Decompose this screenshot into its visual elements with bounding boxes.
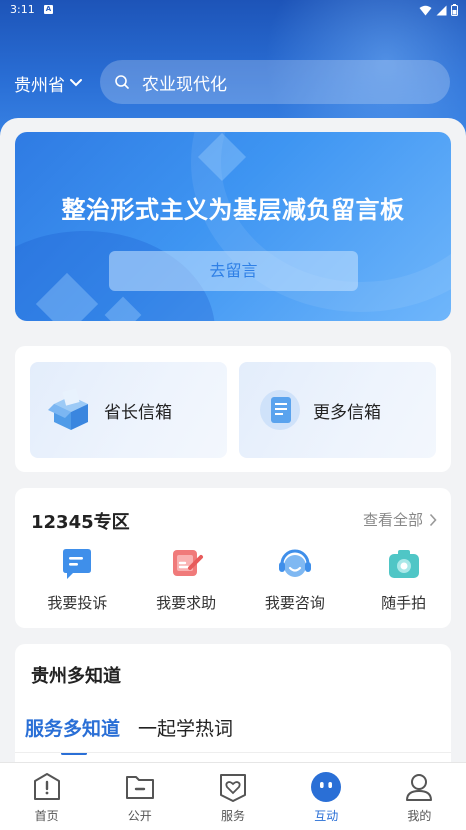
notification-badge-icon: A bbox=[44, 5, 53, 14]
tab-home[interactable]: 首页 bbox=[0, 763, 93, 830]
divider bbox=[15, 752, 451, 753]
view-all-link[interactable]: 查看全部 bbox=[363, 509, 437, 530]
search-icon bbox=[115, 75, 129, 89]
document-icon bbox=[260, 390, 300, 430]
tab-interact-label: 互动 bbox=[314, 809, 339, 823]
tab-public[interactable]: 公开 bbox=[93, 763, 186, 830]
complaint-label: 我要投诉 bbox=[47, 594, 108, 612]
snapshot-label: 随手拍 bbox=[381, 594, 427, 612]
status-time: 3:11 bbox=[10, 3, 35, 16]
knowledge-title: 贵州多知道 bbox=[31, 666, 121, 687]
chevron-right-icon bbox=[429, 513, 437, 526]
tab-service-label: 服务 bbox=[221, 809, 246, 823]
tab-home-label: 首页 bbox=[34, 809, 59, 823]
governor-mailbox-button[interactable]: 省长信箱 bbox=[30, 362, 227, 458]
signal-icon bbox=[436, 5, 447, 15]
zone-12345-card: 12345专区 查看全部 我要投诉 我要求助 我要咨询 随手拍 bbox=[15, 488, 451, 628]
help-icon bbox=[173, 550, 204, 576]
more-mailbox-button[interactable]: 更多信箱 bbox=[239, 362, 436, 458]
service-icon bbox=[220, 774, 246, 802]
more-mailbox-label: 更多信箱 bbox=[313, 402, 381, 423]
tab-service[interactable]: 服务 bbox=[186, 763, 279, 830]
search-value: 农业现代化 bbox=[142, 74, 227, 95]
banner[interactable] bbox=[15, 132, 451, 321]
bottom-tab-bar: 首页 公开 服务 互动 我的 bbox=[0, 762, 466, 830]
consult-label: 我要咨询 bbox=[264, 594, 325, 612]
profile-icon bbox=[406, 774, 433, 801]
zone-12345-items: 我要投诉 我要求助 我要咨询 随手拍 bbox=[15, 546, 451, 613]
complaint-button[interactable]: 我要投诉 bbox=[30, 546, 125, 613]
chevron-down-icon bbox=[70, 79, 82, 87]
view-all-label: 查看全部 bbox=[362, 511, 423, 529]
knowledge-tabs: 服务多知道 一起学热词 bbox=[25, 714, 233, 755]
location-selector[interactable]: 贵州省 bbox=[14, 70, 83, 96]
tab-mine[interactable]: 我的 bbox=[373, 763, 466, 830]
folder-icon bbox=[125, 776, 154, 799]
tab-public-label: 公开 bbox=[127, 809, 152, 823]
leave-message-button[interactable]: 去留言 bbox=[109, 251, 358, 291]
open-box-icon bbox=[48, 388, 88, 430]
help-button[interactable]: 我要求助 bbox=[139, 546, 234, 613]
governor-mailbox-label: 省长信箱 bbox=[104, 402, 172, 423]
search-input[interactable]: 农业现代化 bbox=[100, 60, 450, 104]
consult-button[interactable]: 我要咨询 bbox=[248, 546, 343, 613]
help-label: 我要求助 bbox=[156, 594, 217, 612]
interact-icon bbox=[311, 772, 342, 802]
tab-interact[interactable]: 互动 bbox=[280, 763, 373, 830]
tab-hot-words[interactable]: 一起学热词 bbox=[138, 714, 233, 749]
zone-12345-title: 12345专区 bbox=[31, 512, 130, 533]
consult-icon bbox=[278, 549, 311, 577]
camera-icon bbox=[388, 550, 419, 578]
tab-mine-label: 我的 bbox=[407, 809, 432, 823]
mailbox-card: 省长信箱 更多信箱 bbox=[15, 346, 451, 472]
status-bar: 3:11 A bbox=[0, 0, 466, 20]
tab-service-knowledge[interactable]: 服务多知道 bbox=[25, 714, 120, 755]
home-icon bbox=[33, 773, 60, 800]
wifi-icon bbox=[419, 5, 432, 15]
banner-title: 整治形式主义为基层减负留言板 bbox=[61, 196, 405, 224]
complaint-icon bbox=[63, 549, 92, 579]
status-icons bbox=[419, 4, 458, 16]
snapshot-button[interactable]: 随手拍 bbox=[356, 546, 451, 613]
battery-icon bbox=[451, 4, 458, 16]
location-label: 贵州省 bbox=[14, 75, 65, 96]
